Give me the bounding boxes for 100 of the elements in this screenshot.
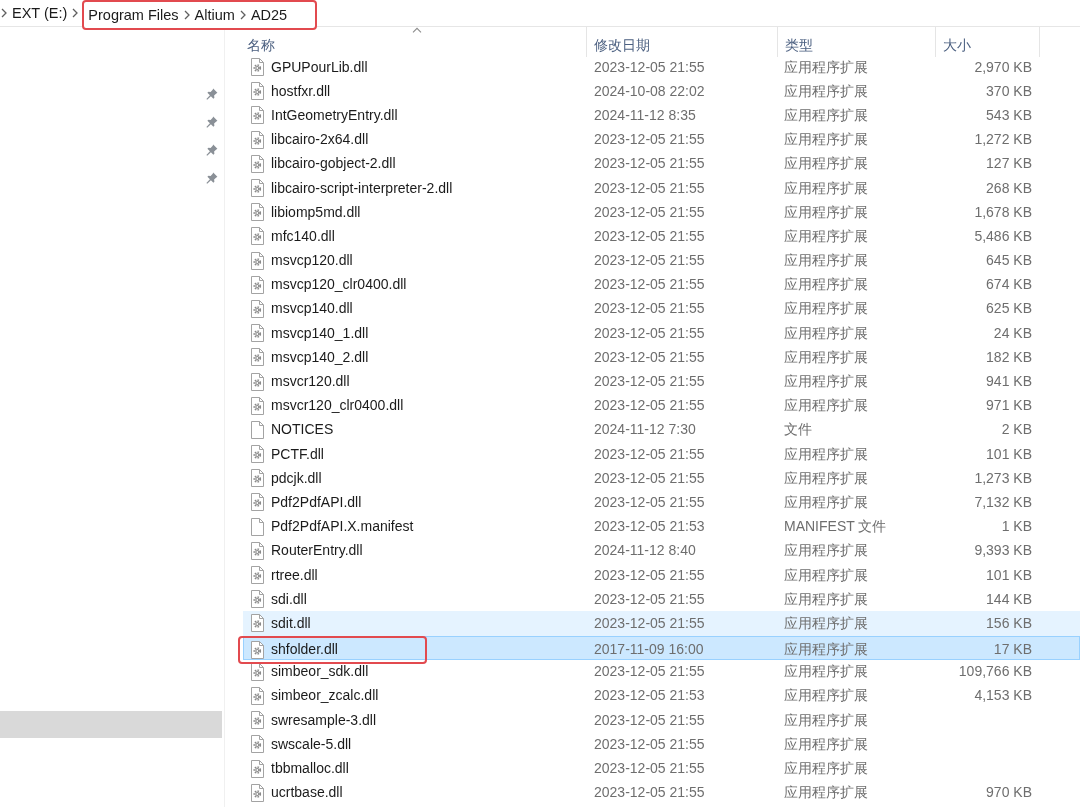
file-row[interactable]: libcairo-script-interpreter-2.dll 2023-12-05 21:55 应用程序扩展 268 KB (243, 175, 1080, 201)
modified-date: 2023-12-05 21:55 (593, 613, 706, 633)
modified-date: 2023-12-05 21:55 (593, 347, 706, 367)
modified-date: 2023-12-05 21:55 (593, 202, 706, 222)
file-type: 文件 (783, 420, 813, 440)
breadcrumb-item[interactable]: Program Files (87, 5, 180, 25)
file-row[interactable]: msvcp140_1.dll 2023-12-05 21:55 应用程序扩展 24 KB (243, 321, 1080, 346)
file-row[interactable]: rtree.dll 2023-12-05 21:55 应用程序扩展 101 KB (243, 562, 1080, 588)
file-size: 2,970 KB (973, 57, 1033, 77)
document-gear-icon (250, 735, 265, 754)
breadcrumb-item[interactable]: Altium (193, 5, 236, 25)
file-name: sdit.dll (271, 613, 311, 633)
file-name: Pdf2PdfAPI.dll (271, 492, 362, 512)
document-gear-icon (250, 759, 265, 778)
document-icon (250, 420, 265, 439)
file-type: 应用程序扩展 (783, 154, 869, 174)
file-row[interactable]: msvcr120.dll 2023-12-05 21:55 应用程序扩展 941 KB (243, 369, 1080, 394)
file-size: 674 KB (985, 275, 1033, 295)
file-size: 971 KB (985, 396, 1033, 416)
file-size: 7,132 KB (973, 492, 1033, 512)
file-row[interactable]: libcairo-2x64.dll 2023-12-05 21:55 应用程序扩展 1,272 KB (243, 127, 1080, 152)
file-row[interactable]: IntGeometryEntry.dll 2024-11-12 8:35 应用程序扩展 543 KB (243, 103, 1080, 128)
file-type: 应用程序扩展 (783, 57, 869, 77)
file-size: 4,153 KB (973, 686, 1033, 706)
file-type: 应用程序扩展 (783, 299, 869, 319)
file-size: 182 KB (985, 347, 1033, 367)
file-row[interactable]: swscale-5.dll 2023-12-05 21:55 应用程序扩展 (243, 732, 1080, 757)
file-type: 应用程序扩展 (783, 396, 869, 416)
file-row[interactable]: Pdf2PdfAPI.X.manifest 2023-12-05 21:53 MANIFEST 文件 1 KB (243, 514, 1080, 539)
file-row[interactable]: Pdf2PdfAPI.dll 2023-12-05 21:55 应用程序扩展 7,132 KB (243, 490, 1080, 515)
file-type: 应用程序扩展 (783, 202, 869, 222)
file-row[interactable]: ucrtbase.dll 2023-12-05 21:55 应用程序扩展 970 KB (243, 780, 1080, 805)
file-type: 应用程序扩展 (783, 178, 869, 198)
file-row[interactable]: swresample-3.dll 2023-12-05 21:55 应用程序扩展 (243, 708, 1080, 733)
modified-date: 2023-12-05 21:55 (593, 226, 706, 246)
modified-date: 2023-12-05 21:55 (593, 589, 706, 609)
document-gear-icon (250, 348, 265, 367)
file-row[interactable]: simbeor_zcalc.dll 2023-12-05 21:53 应用程序扩展 4,153 KB (243, 683, 1080, 709)
breadcrumb-item[interactable]: EXT (E:) (11, 3, 69, 23)
file-row[interactable]: simbeor_sdk.dll 2023-12-05 21:55 应用程序扩展 109,766 KB (243, 659, 1080, 684)
file-row[interactable]: GPUPourLib.dll 2023-12-05 21:55 应用程序扩展 2,970 KB (243, 55, 1080, 80)
file-row[interactable]: libcairo-gobject-2.dll 2023-12-05 21:55 应用程序扩展 127 KB (243, 151, 1080, 176)
column-header[interactable]: 修改日期 (587, 27, 778, 57)
file-type: 应用程序扩展 (783, 589, 869, 609)
file-row[interactable]: NOTICES 2024-11-12 7:30 文件 2 KB (243, 417, 1080, 442)
file-row[interactable]: mfc140.dll 2023-12-05 21:55 应用程序扩展 5,486 KB (243, 224, 1080, 249)
file-name: swscale-5.dll (271, 734, 352, 754)
column-header[interactable]: 名称 (243, 27, 587, 57)
modified-date: 2023-12-05 21:55 (593, 251, 706, 271)
modified-date: 2024-11-12 7:30 (593, 420, 697, 440)
document-gear-icon (250, 324, 265, 343)
document-gear-icon (250, 469, 265, 488)
file-row[interactable]: sdit.dll 2023-12-05 21:55 应用程序扩展 156 KB (243, 611, 1080, 636)
file-row[interactable]: msvcr120_clr0400.dll 2023-12-05 21:55 应用程序扩展 971 KB (243, 393, 1080, 418)
file-type: 应用程序扩展 (783, 734, 869, 754)
document-gear-icon (250, 445, 265, 464)
document-gear-icon (250, 203, 265, 222)
file-size: 127 KB (985, 154, 1033, 174)
file-row[interactable]: PCTF.dll 2023-12-05 21:55 应用程序扩展 101 KB (243, 442, 1080, 467)
file-size: 101 KB (985, 565, 1033, 585)
file-name: msvcp120.dll (271, 251, 353, 271)
column-header[interactable]: 类型 (778, 27, 936, 57)
file-row[interactable]: msvcp140_2.dll 2023-12-05 21:55 应用程序扩展 182 KB (243, 345, 1080, 370)
file-row[interactable]: libiomp5md.dll 2023-12-05 21:55 应用程序扩展 1,678 KB (243, 200, 1080, 225)
file-name: msvcp140.dll (271, 299, 353, 319)
file-row[interactable]: tbbmalloc.dll 2023-12-05 21:55 应用程序扩展 (243, 756, 1080, 781)
file-row[interactable]: msvcp120_clr0400.dll 2023-12-05 21:55 应用程序扩展 674 KB (243, 272, 1080, 297)
document-gear-icon (250, 82, 265, 101)
file-size: 1,272 KB (973, 130, 1033, 150)
file-row[interactable]: sdi.dll 2023-12-05 21:55 应用程序扩展 144 KB (243, 587, 1080, 612)
file-type: 应用程序扩展 (783, 541, 869, 561)
file-row[interactable]: RouterEntry.dll 2024-11-12 8:40 应用程序扩展 9,393 KB (243, 538, 1080, 563)
chevron-right-icon (1, 8, 7, 18)
nav-item[interactable] (0, 711, 222, 738)
file-size: 1,678 KB (973, 202, 1033, 222)
modified-date: 2023-12-05 21:55 (593, 372, 706, 392)
file-name: libiomp5md.dll (271, 202, 361, 222)
file-row[interactable]: pdcjk.dll 2023-12-05 21:55 应用程序扩展 1,273 KB (243, 466, 1080, 491)
file-type: 应用程序扩展 (783, 275, 869, 295)
file-row[interactable]: msvcp120.dll 2023-12-05 21:55 应用程序扩展 645 KB (243, 248, 1080, 273)
file-name: msvcr120.dll (271, 372, 350, 392)
modified-date: 2023-12-05 21:55 (593, 178, 706, 198)
file-name: msvcp140_2.dll (271, 347, 369, 367)
file-row[interactable]: msvcp140.dll 2023-12-05 21:55 应用程序扩展 625 KB (243, 296, 1080, 322)
file-row[interactable]: hostfxr.dll 2024-10-08 22:02 应用程序扩展 370 KB (243, 79, 1080, 104)
file-size: 5,486 KB (973, 226, 1033, 246)
modified-date: 2023-12-05 21:55 (593, 565, 706, 585)
document-gear-icon (250, 590, 265, 609)
file-size: 109,766 KB (957, 662, 1033, 682)
file-size: 24 KB (992, 323, 1033, 343)
document-gear-icon (250, 493, 265, 512)
file-name: pdcjk.dll (271, 468, 322, 488)
file-size: 2 KB (1000, 420, 1033, 440)
file-name: rtree.dll (271, 565, 318, 585)
document-gear-icon (250, 154, 265, 173)
column-header[interactable]: 大小 (936, 27, 1040, 57)
file-type: 应用程序扩展 (783, 640, 869, 659)
file-size: 101 KB (985, 444, 1033, 464)
breadcrumb-item[interactable]: AD25 (249, 5, 289, 25)
modified-date: 2023-12-05 21:55 (593, 492, 706, 512)
